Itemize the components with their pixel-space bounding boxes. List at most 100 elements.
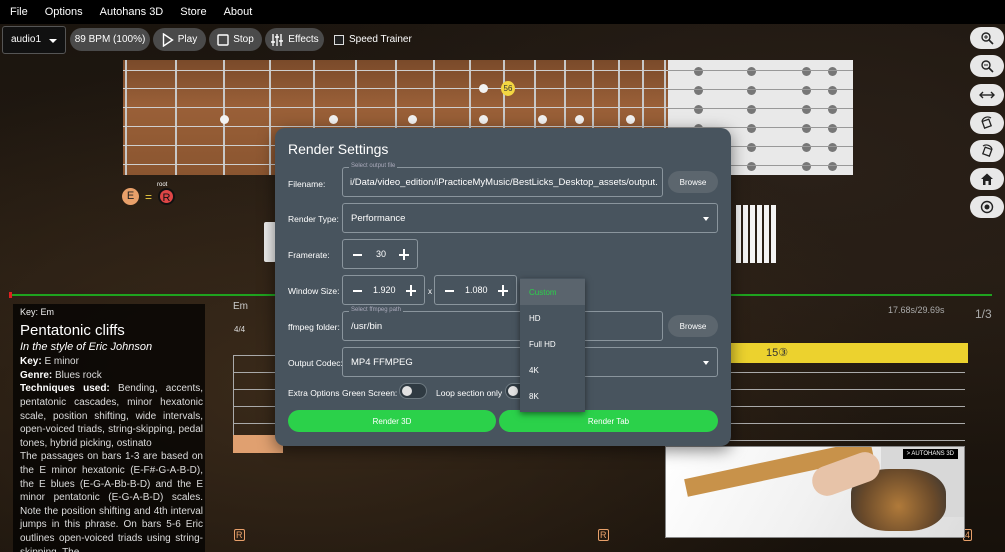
fret-inlay: [329, 115, 338, 124]
plus-icon[interactable]: [498, 285, 508, 296]
ffmpeg-value: /usr/bin: [351, 321, 383, 332]
peg: [694, 86, 703, 95]
string: [123, 126, 668, 127]
toggle-knob: [402, 386, 412, 396]
ffmpeg-browse-button[interactable]: Browse: [668, 315, 718, 337]
rotate-right-button[interactable]: [970, 140, 1004, 162]
stop-icon: [217, 33, 229, 46]
piano-keys: [736, 205, 776, 263]
menu-options[interactable]: Options: [45, 6, 83, 18]
song-title: Pentatonic cliffs: [20, 321, 125, 339]
song-info-panel: Key: Em Pentatonic cliffs In the style o…: [13, 304, 205, 552]
rotate-left-button[interactable]: [970, 112, 1004, 134]
peg: [828, 124, 837, 133]
menu-store[interactable]: Store: [180, 6, 206, 18]
size-separator: x: [428, 287, 432, 296]
fret-inlay: [626, 115, 635, 124]
effects-button[interactable]: Effects: [265, 28, 324, 51]
camera-button[interactable]: [970, 196, 1004, 218]
string: [123, 88, 668, 89]
string: [123, 107, 668, 108]
menu-option-custom[interactable]: Custom: [520, 279, 585, 305]
menu-file[interactable]: File: [10, 6, 28, 18]
render-3d-button[interactable]: Render 3D: [288, 410, 496, 432]
speed-trainer-checkbox[interactable]: Speed Trainer: [334, 34, 412, 45]
render-type-select[interactable]: Performance: [342, 203, 718, 233]
codec-label: Output Codec:: [288, 358, 343, 368]
framerate-stepper[interactable]: 30: [342, 239, 418, 269]
plus-icon[interactable]: [406, 285, 416, 296]
peg: [747, 86, 756, 95]
peg: [694, 105, 703, 114]
speed-trainer-label: Speed Trainer: [349, 34, 412, 45]
framerate-label: Framerate:: [288, 250, 330, 260]
menu-option-4k[interactable]: 4K: [520, 357, 585, 383]
piano-key: [771, 205, 776, 263]
zoom-out-button[interactable]: [970, 55, 1004, 77]
head-string: [668, 89, 853, 90]
video-preview[interactable]: > AUTOHANS 3D: [665, 446, 965, 538]
browse-label: Browse: [679, 321, 707, 331]
render-type-value: Performance: [351, 213, 406, 224]
stop-button[interactable]: Stop: [209, 28, 262, 51]
fret-inlay: [479, 115, 488, 124]
note-badge: E: [122, 188, 139, 205]
filename-field[interactable]: Select output file i/Data/video_edition/…: [342, 163, 663, 197]
menu-option-full-hd[interactable]: Full HD: [520, 331, 585, 357]
fret-inlay: [479, 84, 488, 93]
play-button[interactable]: Play: [153, 28, 206, 51]
green-screen-toggle[interactable]: [399, 383, 427, 399]
minus-icon[interactable]: [353, 290, 362, 292]
ffmpeg-field[interactable]: Select ffmpeg path /usr/bin: [342, 307, 663, 341]
head-string: [668, 70, 853, 71]
window-size-label: Window Size:: [288, 286, 340, 296]
filename-browse-button[interactable]: Browse: [668, 171, 718, 193]
fret: [125, 60, 127, 175]
camera-icon: [980, 200, 994, 214]
peg: [828, 105, 837, 114]
filename-label: Filename:: [288, 179, 326, 189]
section-marker: R: [598, 529, 609, 541]
menu-autohans-3d[interactable]: Autohans 3D: [100, 6, 164, 18]
section-marker: R: [234, 529, 245, 541]
filename-value: i/Data/video_edition/iPracticeMyMusic/Be…: [350, 177, 658, 188]
audio-select-value: audio1: [11, 34, 42, 45]
render-settings-dialog: Render Settings Filename: Select output …: [275, 128, 731, 446]
bpm-button[interactable]: 89 BPM (100%): [70, 28, 150, 51]
menu-about[interactable]: About: [224, 6, 253, 18]
fret-note-marker: 56: [501, 81, 515, 96]
peg: [747, 67, 756, 76]
plus-icon[interactable]: [399, 249, 409, 260]
ffmpeg-legend: Select ffmpeg path: [349, 307, 403, 313]
peg: [694, 67, 703, 76]
home-button[interactable]: [970, 168, 1004, 190]
rotate-right-icon: [981, 144, 993, 157]
render-tab-button[interactable]: Render Tab: [499, 410, 718, 432]
genre-row: Genre: Blues rock: [20, 369, 205, 383]
key-value: E minor: [44, 356, 79, 368]
fret-inlay: [538, 115, 547, 124]
effects-label: Effects: [288, 34, 319, 45]
home-icon: [981, 173, 993, 185]
genre-label: Genre:: [20, 369, 53, 381]
piano-key: [750, 205, 755, 263]
ffmpeg-label: ffmpeg folder:: [288, 322, 340, 332]
checkbox-box[interactable]: [334, 34, 344, 45]
expand-horizontal-button[interactable]: [970, 84, 1004, 106]
peg: [828, 86, 837, 95]
height-value: 1.080: [465, 285, 488, 295]
peg: [802, 124, 811, 133]
app-window: File Options Autohans 3D Store About aud…: [0, 0, 1005, 552]
menu-option-8k[interactable]: 8K: [520, 383, 585, 409]
minus-icon[interactable]: [445, 290, 454, 292]
key-label: Key:: [20, 356, 42, 368]
audio-select[interactable]: audio1: [2, 26, 66, 54]
zoom-in-button[interactable]: [970, 27, 1004, 49]
height-stepper[interactable]: 1.080: [434, 275, 517, 305]
minus-icon[interactable]: [353, 254, 362, 256]
width-stepper[interactable]: 1.920: [342, 275, 425, 305]
menu-option-hd[interactable]: HD: [520, 305, 585, 331]
time-readout: 17.68s/29.69s: [888, 305, 945, 315]
genre-value: Blues rock: [55, 369, 102, 381]
peg: [802, 67, 811, 76]
